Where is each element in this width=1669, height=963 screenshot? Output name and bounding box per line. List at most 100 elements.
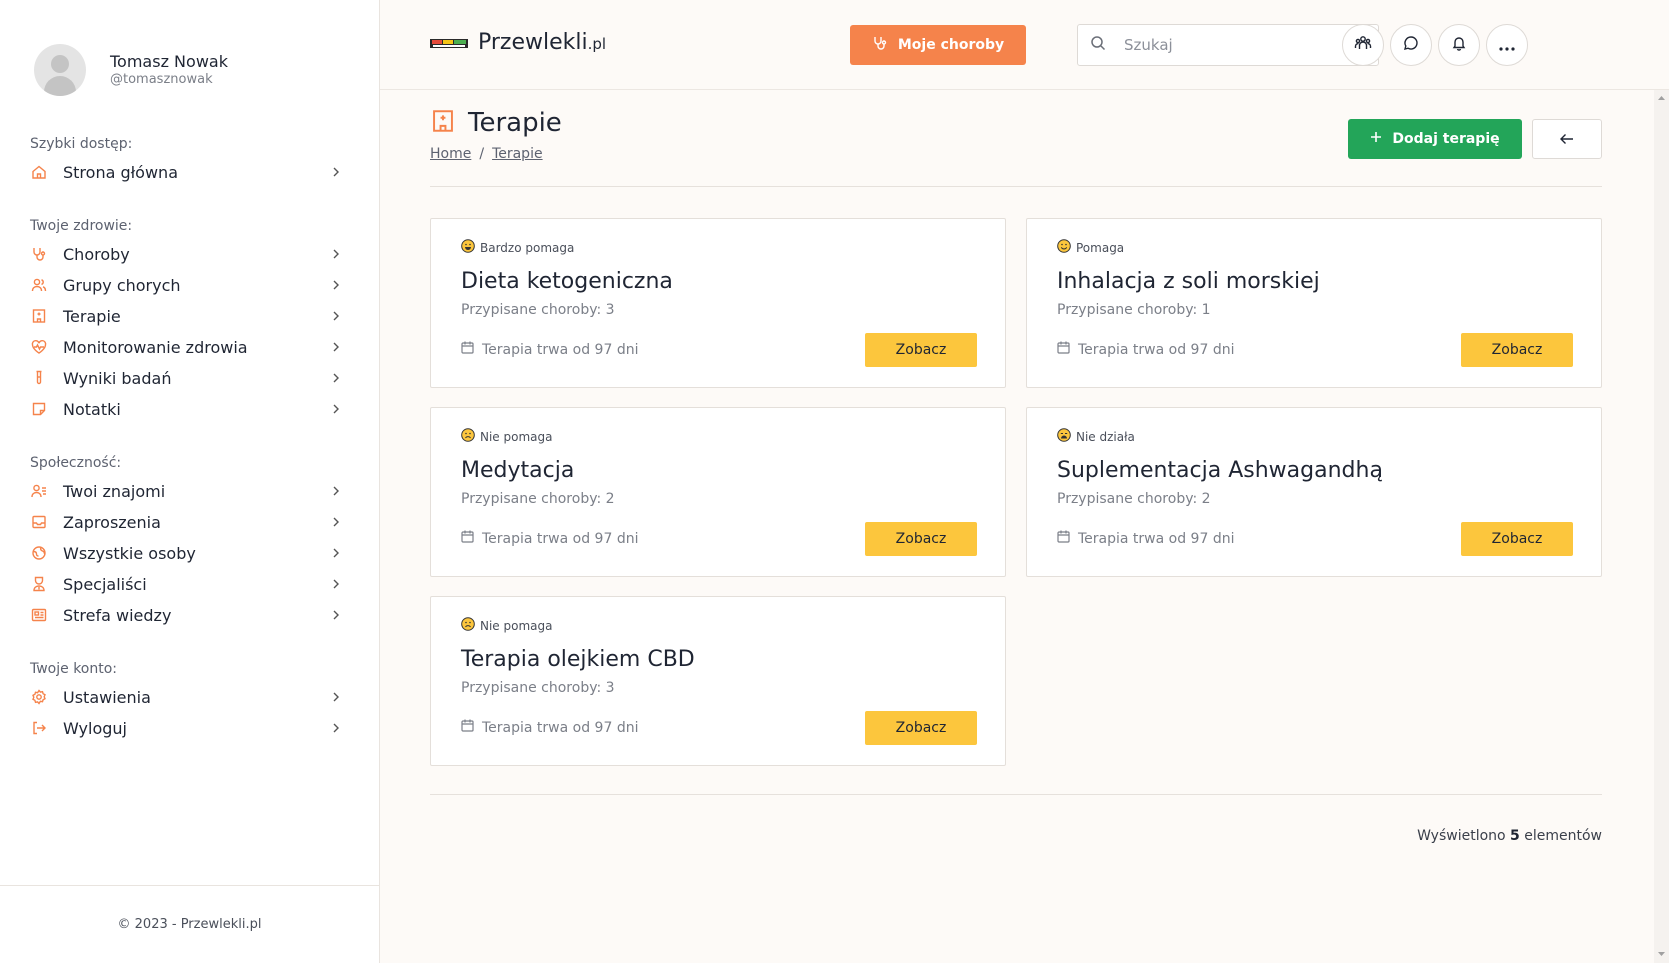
section-label-quick: Szybki dostęp: (30, 136, 133, 152)
therapy-title[interactable]: Inhalacja z soli morskiej (1057, 269, 1320, 294)
users-icon (30, 276, 48, 294)
scrollbar[interactable] (1654, 90, 1669, 963)
newspaper-icon (30, 606, 48, 624)
sidebar-item-label: Strona główna (63, 162, 178, 182)
chevron-right-icon (330, 372, 342, 384)
sidebar-item-home[interactable]: Strona główna (30, 158, 342, 186)
sidebar-item-notatki[interactable]: Notatki (30, 395, 342, 423)
back-button[interactable] (1532, 119, 1602, 159)
section-label-community: Społeczność: (30, 455, 122, 471)
logo-text: Przewlekli (478, 30, 588, 55)
therapy-assigned: Przypisane choroby: 2 (1057, 491, 1211, 507)
view-button[interactable]: Zobacz (1461, 333, 1573, 367)
top-bar: Przewlekli.pl Moje choroby (380, 0, 1669, 90)
search-input[interactable] (1124, 36, 1364, 54)
sidebar-item-choroby[interactable]: Choroby (30, 240, 342, 268)
logo[interactable]: Przewlekli.pl (430, 30, 606, 55)
my-diseases-button[interactable]: Moje choroby (850, 25, 1026, 65)
therapy-assigned: Przypisane choroby: 2 (461, 491, 615, 507)
emoji-very-happy-icon (461, 239, 475, 256)
stethoscope-icon (30, 245, 48, 263)
sidebar-item-strefa-wiedzy[interactable]: Strefa wiedzy (30, 601, 342, 629)
therapy-title[interactable]: Terapia olejkiem CBD (461, 647, 695, 672)
emoji-sad-icon (461, 617, 475, 634)
more-button[interactable] (1486, 24, 1528, 66)
search-box (1077, 24, 1379, 66)
therapy-status: Pomaga (1076, 240, 1125, 255)
chevron-right-icon (330, 691, 342, 703)
sidebar-item-label: Zaproszenia (63, 512, 161, 532)
sidebar-item-specjalisci[interactable]: Specjaliści (30, 570, 342, 598)
chevron-right-icon (330, 310, 342, 322)
chevron-right-icon (330, 722, 342, 734)
sidebar-item-terapie[interactable]: Terapie (30, 302, 342, 330)
items-count-value: 5 (1510, 828, 1520, 844)
group-icon (1354, 34, 1372, 56)
hospital-icon (430, 108, 456, 138)
arrow-left-icon (1560, 130, 1574, 149)
plus-icon (1370, 131, 1382, 147)
user-profile[interactable]: Tomasz Nowak @tomasznowak (34, 44, 228, 96)
sidebar-item-label: Notatki (63, 399, 121, 419)
view-button[interactable]: Zobacz (865, 522, 977, 556)
therapy-duration: Terapia trwa od 97 dni (482, 341, 639, 358)
chevron-right-icon (330, 279, 342, 291)
therapy-status: Nie pomaga (480, 618, 553, 633)
sidebar-item-label: Grupy chorych (63, 275, 181, 295)
breadcrumb: Home / Terapie (430, 146, 543, 162)
stethoscope-icon (872, 35, 888, 55)
view-button[interactable]: Zobacz (865, 333, 977, 367)
sidebar-item-wyloguj[interactable]: Wyloguj (30, 714, 342, 742)
chevron-right-icon (330, 578, 342, 590)
sidebar-item-wyniki[interactable]: Wyniki badań (30, 364, 342, 392)
therapy-assigned: Przypisane choroby: 1 (1057, 302, 1211, 318)
therapy-duration: Terapia trwa od 97 dni (1078, 530, 1235, 547)
therapy-title[interactable]: Medytacja (461, 458, 574, 483)
sidebar-item-grupy[interactable]: Grupy chorych (30, 271, 342, 299)
section-label-account: Twoje konto: (30, 661, 118, 677)
sidebar-item-label: Strefa wiedzy (63, 605, 172, 625)
sidebar-item-ustawienia[interactable]: Ustawienia (30, 683, 342, 711)
notifications-button[interactable] (1438, 24, 1480, 66)
search-icon (1090, 35, 1106, 55)
user-handle: @tomasznowak (110, 72, 213, 87)
chat-icon (1403, 35, 1419, 55)
page-header: Terapie Home / Terapie (430, 108, 562, 162)
hospital-icon (30, 307, 48, 325)
sidebar-item-wszystkie-osoby[interactable]: Wszystkie osoby (30, 539, 342, 567)
sidebar-item-label: Ustawienia (63, 687, 151, 707)
therapy-title[interactable]: Dieta ketogeniczna (461, 269, 673, 294)
sidebar-item-label: Specjaliści (63, 574, 147, 594)
scrollbar-arrows-icon (1658, 96, 1665, 956)
therapy-card: Nie działa Suplementacja Ashwagandhą Prz… (1026, 407, 1602, 577)
chevron-right-icon (330, 248, 342, 260)
chevron-right-icon (330, 609, 342, 621)
logo-mark-icon (430, 35, 468, 51)
therapy-title[interactable]: Suplementacja Ashwagandhą (1057, 458, 1383, 483)
therapy-duration: Terapia trwa od 97 dni (482, 530, 639, 547)
sidebar-footer: © 2023 - Przewlekli.pl (0, 885, 379, 963)
view-button[interactable]: Zobacz (1461, 522, 1573, 556)
home-icon (30, 163, 48, 181)
note-icon (30, 400, 48, 418)
chevron-right-icon (330, 341, 342, 353)
sidebar-item-zaproszenia[interactable]: Zaproszenia (30, 508, 342, 536)
therapy-duration: Terapia trwa od 97 dni (482, 719, 639, 736)
add-therapy-label: Dodaj terapię (1392, 131, 1500, 147)
emoji-crying-icon (1057, 428, 1071, 445)
sidebar-item-label: Twoi znajomi (63, 481, 166, 501)
sidebar-item-znajomi[interactable]: Twoi znajomi (30, 477, 342, 505)
therapy-assigned: Przypisane choroby: 3 (461, 302, 615, 318)
divider (430, 794, 1602, 795)
view-button[interactable]: Zobacz (865, 711, 977, 745)
chevron-right-icon (330, 516, 342, 528)
add-therapy-button[interactable]: Dodaj terapię (1348, 119, 1522, 159)
chevron-right-icon (330, 403, 342, 415)
breadcrumb-current[interactable]: Terapie (492, 146, 543, 162)
messages-button[interactable] (1390, 24, 1432, 66)
breadcrumb-home[interactable]: Home (430, 146, 471, 162)
sidebar-item-monitorowanie[interactable]: Monitorowanie zdrowia (30, 333, 342, 361)
therapy-card: Bardzo pomaga Dieta ketogeniczna Przypis… (430, 218, 1006, 388)
friends-button[interactable] (1342, 24, 1384, 66)
emoji-happy-icon (1057, 239, 1071, 256)
